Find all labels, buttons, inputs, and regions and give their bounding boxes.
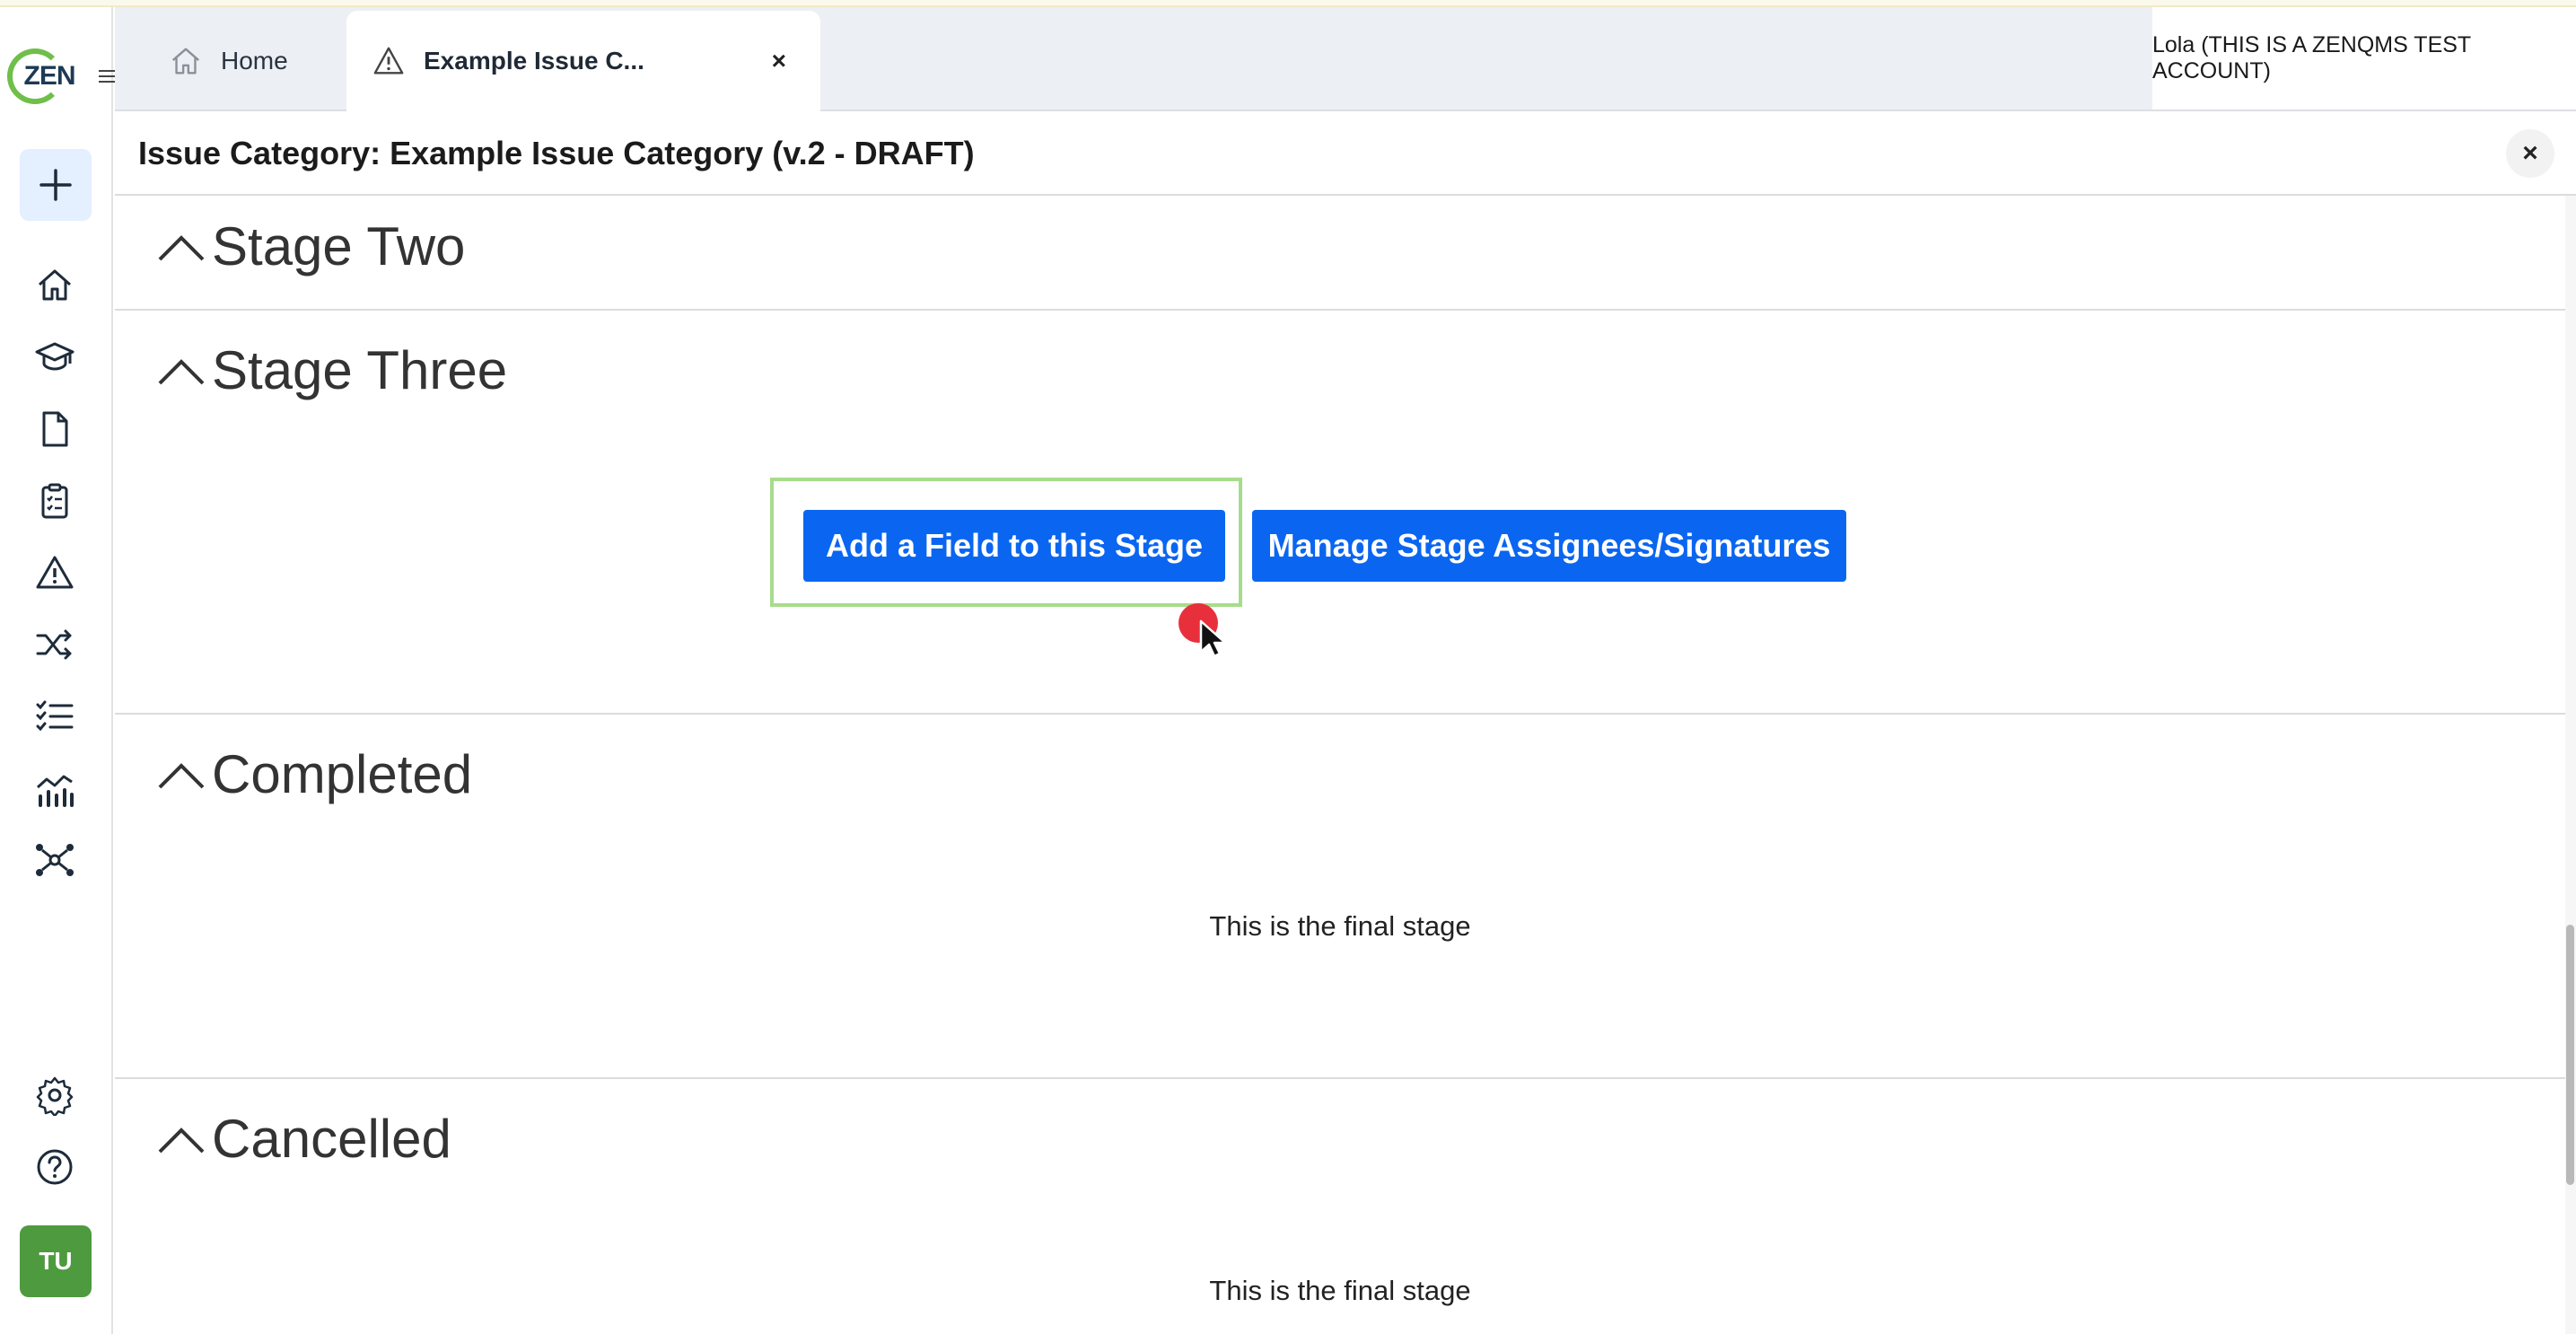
user-account-label[interactable]: Lola (THIS IS A ZENQMS TEST ACCOUNT) xyxy=(2152,7,2576,110)
create-new-button[interactable] xyxy=(20,149,92,221)
top-strip xyxy=(0,0,2576,7)
task-list-icon[interactable] xyxy=(31,693,78,740)
training-cap-icon[interactable] xyxy=(31,334,78,381)
clipboard-checklist-icon[interactable] xyxy=(31,478,78,524)
stage-title: Completed xyxy=(212,744,473,804)
stage-header[interactable]: Cancelled xyxy=(156,1108,451,1170)
manage-assignees-button[interactable]: Manage Stage Assignees/Signatures xyxy=(1252,510,1846,582)
chevron-up-icon xyxy=(158,1127,205,1153)
tab-active-label: Example Issue C... xyxy=(424,47,644,75)
stage-header[interactable]: Stage Two xyxy=(156,215,465,277)
help-question-icon[interactable] xyxy=(31,1144,78,1190)
stage-title: Stage Three xyxy=(212,340,508,400)
zen-logo[interactable]: ZEN xyxy=(7,48,77,104)
user-avatar[interactable]: TU xyxy=(20,1225,92,1297)
home-icon xyxy=(171,48,200,75)
stage-section: Stage Two xyxy=(115,196,2565,311)
stage-title: Stage Two xyxy=(212,216,466,276)
warning-icon xyxy=(373,47,404,75)
page-title: Issue Category: Example Issue Category (… xyxy=(138,135,975,171)
document-icon[interactable] xyxy=(31,406,78,452)
tab-example-issue-category[interactable]: Example Issue C... × xyxy=(346,11,820,111)
analytics-chart-icon[interactable] xyxy=(31,765,78,812)
stages-list: Stage Two Stage Three Completed This is … xyxy=(115,196,2565,1334)
tab-bar: Home Example Issue C... × Lola (THIS IS … xyxy=(115,7,2576,111)
tab-home[interactable]: Home xyxy=(169,11,348,111)
add-field-button[interactable]: Add a Field to this Stage xyxy=(803,510,1225,582)
tab-home-label: Home xyxy=(221,47,288,75)
scrollbar-thumb[interactable] xyxy=(2566,925,2574,1185)
plus-icon xyxy=(39,169,72,201)
left-rail: ZEN TU xyxy=(0,7,118,1334)
chevron-up-icon xyxy=(158,358,205,384)
final-stage-note: This is the final stage xyxy=(1209,1275,1471,1306)
stage-section: Completed This is the final stage xyxy=(115,715,2565,1079)
panel-header: Issue Category: Example Issue Category (… xyxy=(115,111,2576,196)
stage-section: Cancelled This is the final stage xyxy=(115,1079,2565,1334)
home-icon[interactable] xyxy=(31,262,78,309)
settings-gear-icon[interactable] xyxy=(31,1072,78,1119)
network-nodes-icon[interactable] xyxy=(31,837,78,883)
chevron-up-icon xyxy=(158,762,205,788)
chevron-up-icon xyxy=(158,234,205,260)
stage-title: Cancelled xyxy=(212,1109,451,1169)
shuffle-icon[interactable] xyxy=(31,621,78,668)
close-tab-icon[interactable]: × xyxy=(772,47,786,75)
close-panel-button[interactable]: × xyxy=(2506,129,2554,178)
stage-header[interactable]: Stage Three xyxy=(156,339,507,401)
final-stage-note: This is the final stage xyxy=(1209,910,1471,942)
issues-warning-icon[interactable] xyxy=(31,549,78,596)
stage-header[interactable]: Completed xyxy=(156,743,472,805)
mouse-cursor-icon xyxy=(1199,619,1227,658)
logo-text: ZEN xyxy=(23,61,76,91)
